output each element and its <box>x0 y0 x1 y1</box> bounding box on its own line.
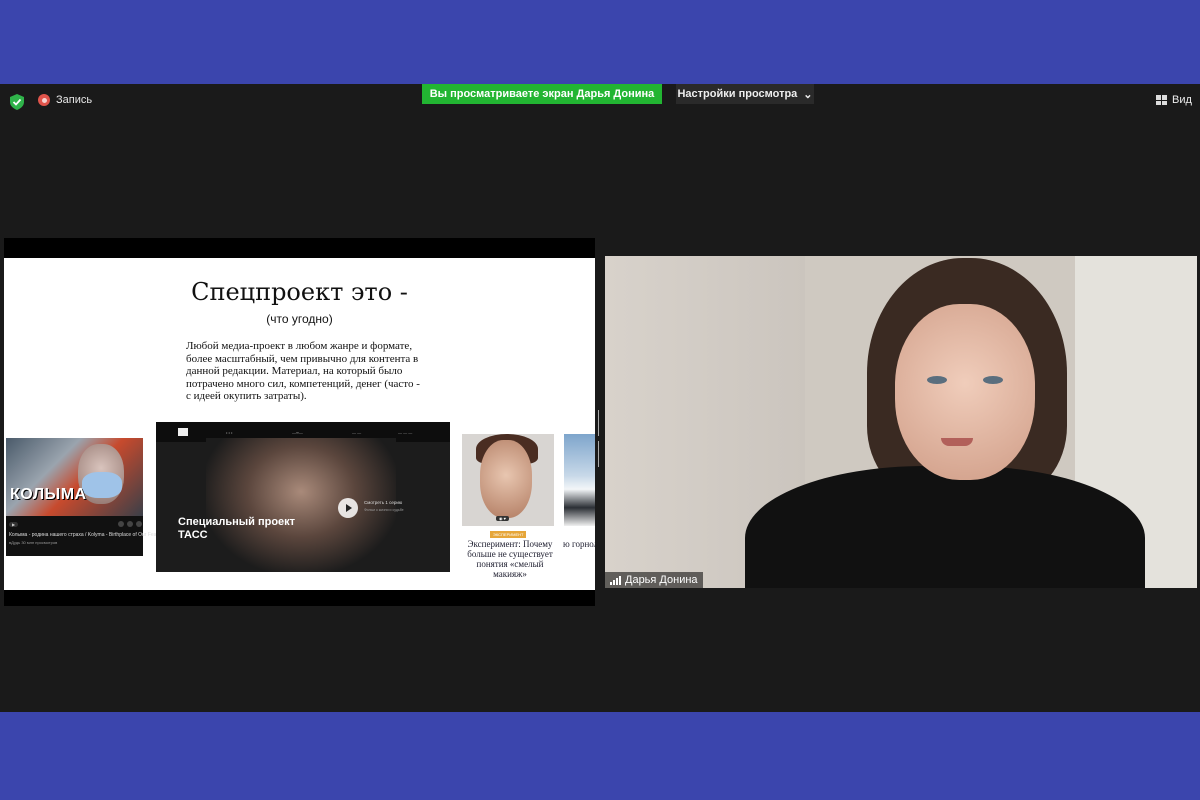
zoom-window: Запись Вы просматриваете экран Дарья Дон… <box>0 84 1200 712</box>
kolyma-title-overlay: КОЛЫМА <box>10 486 87 503</box>
view-button-label: Вид <box>1172 94 1192 106</box>
view-button[interactable]: Вид <box>1156 94 1192 106</box>
kolyma-video-meta: вДудь 30 млн просмотров <box>9 540 58 545</box>
portrait-image <box>206 438 396 572</box>
recording-indicator[interactable]: Запись <box>38 94 92 106</box>
play-icon <box>338 498 358 518</box>
tass-logo <box>178 428 188 436</box>
top-frame-band <box>0 0 1200 84</box>
recording-label: Запись <box>56 94 93 106</box>
shield-icon[interactable] <box>10 94 24 110</box>
kolyma-video-thumbnail: КОЛЫМА ▶ Колыма - родина нашего страха /… <box>6 438 158 556</box>
presentation-slide: Спецпроект это - (что угодно) Любой меди… <box>4 258 595 590</box>
split-resize-handle[interactable] <box>598 410 603 467</box>
signal-strength-icon <box>610 575 621 585</box>
slide-subtitle: (что угодно) <box>266 312 333 326</box>
shared-screen: Спецпроект это - (что угодно) Любой меди… <box>4 238 595 606</box>
beauty-article-tag: ЭКСПЕРИМЕНТ <box>490 531 527 538</box>
tass-special-project-screenshot: • • • —∞— — — — — — Специальный проект Т… <box>156 422 450 572</box>
beauty-article-title: Эксперимент: Почему больше не существует… <box>467 539 553 579</box>
chevron-down-icon: ⌄ <box>803 88 813 101</box>
participant-video: Дарья Донина <box>605 256 1197 588</box>
tass-project-label: Специальный проект ТАСС <box>178 516 296 541</box>
grid-view-icon <box>1156 95 1167 105</box>
bottom-frame-band <box>0 712 1200 800</box>
participant-name-tag: Дарья Донина <box>605 572 703 588</box>
record-icon <box>38 94 50 106</box>
tass-watch-subtitle: Фильм о жизни и судьбе <box>364 508 404 512</box>
slide-title: Спецпроект это - <box>191 278 408 306</box>
mountain-article-image <box>564 434 595 526</box>
beauty-article-image: ◉ ♥ <box>462 434 554 526</box>
view-options-button[interactable]: Настройки просмотра ⌄ <box>676 84 814 104</box>
slide-body-text: Любой медиа-проект в любом жанре и форма… <box>186 340 420 402</box>
view-options-label: Настройки просмотра <box>677 88 798 100</box>
meeting-top-bar: Запись Вы просматриваете экран Дарья Дон… <box>0 84 1200 118</box>
screen-share-banner: Вы просматриваете экран Дарья Донина <box>422 84 662 104</box>
kolyma-video-title: Колыма - родина нашего страха / Kolyma -… <box>9 532 159 538</box>
participant-name: Дарья Донина <box>625 574 698 586</box>
kolyma-image: КОЛЫМА <box>6 438 143 516</box>
tass-watch-label: Смотреть 1 серию <box>364 500 403 505</box>
mountain-article-title: ю горнол которые по повседнев <box>563 539 595 549</box>
kolyma-controls: ▶ <box>6 520 146 528</box>
